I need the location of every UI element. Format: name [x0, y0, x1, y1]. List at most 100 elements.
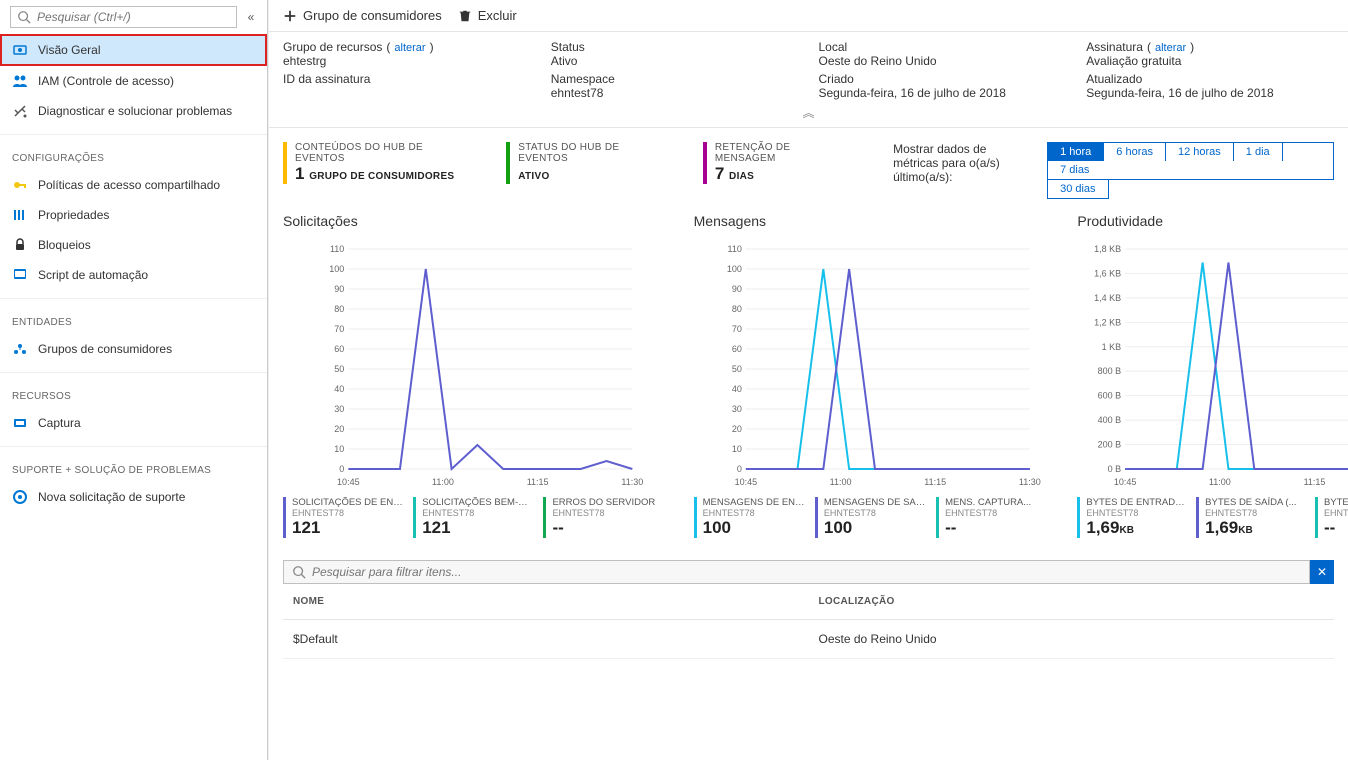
chart-metric[interactable]: BYTES CAPTURADOSEHNTEST78--	[1315, 497, 1348, 538]
chart-metric[interactable]: ERROS DO SERVIDOREHNTEST78--	[543, 497, 663, 538]
time-range-button[interactable]: 12 horas	[1166, 143, 1234, 161]
time-range-button[interactable]: 6 horas	[1104, 143, 1166, 161]
svg-text:1 KB: 1 KB	[1102, 342, 1122, 352]
chart-metric-name: ERROS DO SERVIDOR	[552, 497, 663, 508]
chart-mensagens: Mensagens010203040506070809010011010:451…	[694, 213, 1048, 538]
support-icon	[12, 489, 28, 505]
delete-button[interactable]: Excluir	[458, 8, 517, 23]
time-range-button[interactable]: 1 hora	[1048, 143, 1104, 161]
chart-metric-sub: EHNTEST78	[824, 508, 926, 518]
svg-text:50: 50	[334, 364, 344, 374]
chart-metric-sub: EHNTEST78	[552, 508, 663, 518]
diagnose-icon	[12, 103, 28, 119]
essentials-collapse-toggle[interactable]: ︽	[283, 104, 1334, 121]
svg-text:100: 100	[726, 264, 741, 274]
chart-metric-value: --	[552, 518, 663, 538]
chart-metric-sub: EHNTEST78	[1205, 508, 1305, 518]
col-location[interactable]: LOCALIZAÇÃO	[809, 584, 1335, 620]
sidebar-item-bloqueios[interactable]: Bloqueios	[0, 230, 267, 260]
chart-metric-sub: EHNTEST78	[292, 508, 403, 518]
svg-text:11:15: 11:15	[1304, 477, 1326, 487]
change-resource-group-link[interactable]: alterar	[394, 42, 425, 54]
kpi-title: CONTEÚDOS DO HUB DE EVENTOS	[295, 142, 474, 164]
main: Grupo de consumidores Excluir Grupo de r…	[268, 0, 1348, 760]
overview-icon	[12, 42, 28, 58]
svg-text:80: 80	[334, 304, 344, 314]
svg-text:50: 50	[731, 364, 741, 374]
time-range-button[interactable]: 1 dia	[1234, 143, 1283, 161]
col-name[interactable]: NOME	[283, 584, 809, 620]
sidebar-item-vis-o-geral[interactable]: Visão Geral	[0, 34, 267, 66]
location-label: Local	[819, 40, 1067, 54]
chart-metric[interactable]: BYTES DE SAÍDA (...EHNTEST781,69KB	[1196, 497, 1305, 538]
chart-metric-value: --	[945, 518, 1047, 538]
updated-value: Segunda-feira, 16 de julho de 2018	[1086, 86, 1334, 100]
sidebar-item-captura[interactable]: Captura	[0, 408, 267, 438]
table-filter-clear-button[interactable]: ✕	[1310, 560, 1334, 584]
resource-group-label: Grupo de recursos	[283, 40, 382, 54]
collapse-sidebar-button[interactable]: «	[243, 10, 259, 24]
updated-label: Atualizado	[1086, 72, 1334, 86]
new-consumer-group-button[interactable]: Grupo de consumidores	[283, 8, 442, 23]
svg-text:0: 0	[736, 464, 741, 474]
svg-text:10: 10	[334, 444, 344, 454]
svg-text:400 B: 400 B	[1098, 415, 1122, 425]
change-subscription-link[interactable]: alterar	[1155, 42, 1186, 54]
status-label: Status	[551, 40, 799, 54]
sidebar-item-script-de-automa-o[interactable]: Script de automação	[0, 260, 267, 290]
sidebar-item-label: Políticas de acesso compartilhado	[38, 178, 220, 192]
chart-plot[interactable]: 0 B200 B400 B600 B800 B1 KB1,2 KB1,4 KB1…	[1077, 239, 1348, 489]
table-row[interactable]: $DefaultOeste do Reino Unido	[283, 620, 1334, 659]
svg-text:1,6 KB: 1,6 KB	[1095, 268, 1122, 278]
table-filter-input[interactable]	[312, 565, 1301, 579]
subscription-link[interactable]: Avaliação gratuita	[1086, 54, 1334, 68]
toolbar: Grupo de consumidores Excluir	[269, 0, 1348, 32]
chart-metric-name: MENSAGENS DE ENT...	[703, 497, 805, 508]
chart-metric[interactable]: MENSAGENS DE SAÍDA...EHNTEST78100	[815, 497, 926, 538]
chart-metric-value: 1,69KB	[1086, 518, 1186, 538]
svg-text:30: 30	[731, 404, 741, 414]
resource-group-link[interactable]: ehtestrg	[283, 54, 531, 68]
sidebar-item-iam-controle-de-acesso-[interactable]: IAM (Controle de acesso)	[0, 66, 267, 96]
table-filter[interactable]	[283, 560, 1310, 584]
sidebar-item-grupos-de-consumidores[interactable]: Grupos de consumidores	[0, 334, 267, 364]
sidebar-item-label: Bloqueios	[38, 238, 91, 252]
chart-metric[interactable]: BYTES DE ENTRADA (...EHNTEST781,69KB	[1077, 497, 1186, 538]
svg-text:90: 90	[334, 284, 344, 294]
chart-metric-name: BYTES CAPTURADOS	[1324, 497, 1348, 508]
key-icon	[12, 177, 28, 193]
sidebar-item-nova-solicita-o-de-suporte[interactable]: Nova solicitação de suporte	[0, 482, 267, 512]
chart-solicitações: Solicitações010203040506070809010011010:…	[283, 213, 664, 538]
chart-title: Produtividade	[1077, 213, 1348, 229]
sidebar-item-diagnosticar-e-solucionar-problemas[interactable]: Diagnosticar e solucionar problemas	[0, 96, 267, 126]
time-range-button[interactable]: 30 dias	[1048, 180, 1107, 198]
svg-text:11:00: 11:00	[1209, 477, 1231, 487]
kpi-value: 7 DIAS	[715, 164, 853, 184]
sidebar-search-input[interactable]	[37, 10, 230, 24]
properties-icon	[12, 207, 28, 223]
time-range-button[interactable]: 7 dias	[1048, 161, 1101, 179]
kpi-card: RETENÇÃO DE MENSAGEM7 DIAS	[703, 142, 853, 184]
svg-text:70: 70	[731, 324, 741, 334]
chart-metric[interactable]: SOLICITAÇÕES DE ENT...EHNTEST78121	[283, 497, 403, 538]
svg-text:100: 100	[329, 264, 344, 274]
sidebar: « Visão GeralIAM (Controle de acesso)Dia…	[0, 0, 268, 760]
sidebar-item-pol-ticas-de-acesso-compartilhado[interactable]: Políticas de acesso compartilhado	[0, 170, 267, 200]
chart-metric[interactable]: SOLICITAÇÕES BEM-SU...EHNTEST78121	[413, 497, 533, 538]
svg-text:600 B: 600 B	[1098, 391, 1122, 401]
consumer-groups-icon	[12, 341, 28, 357]
svg-text:20: 20	[731, 424, 741, 434]
subscription-label: Assinatura	[1086, 40, 1143, 54]
svg-text:1,8 KB: 1,8 KB	[1095, 244, 1122, 254]
svg-text:40: 40	[731, 384, 741, 394]
chart-metric[interactable]: MENS. CAPTURA...EHNTEST78--	[936, 497, 1047, 538]
new-consumer-group-label: Grupo de consumidores	[303, 8, 442, 23]
sidebar-item-propriedades[interactable]: Propriedades	[0, 200, 267, 230]
chart-plot[interactable]: 010203040506070809010011010:4511:0011:15…	[283, 239, 664, 489]
chart-plot[interactable]: 010203040506070809010011010:4511:0011:15…	[694, 239, 1048, 489]
sidebar-search[interactable]	[10, 6, 237, 28]
cell-name: $Default	[283, 620, 809, 659]
svg-text:40: 40	[334, 384, 344, 394]
svg-text:11:15: 11:15	[527, 477, 549, 487]
chart-metric[interactable]: MENSAGENS DE ENT...EHNTEST78100	[694, 497, 805, 538]
